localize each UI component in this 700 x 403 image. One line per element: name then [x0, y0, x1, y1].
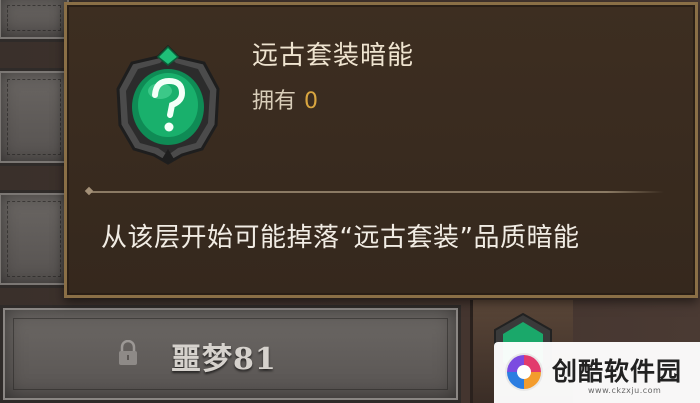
watermark: 创酷软件园 www.ckzxju.com	[494, 342, 700, 403]
watermark-url: www.ckzxju.com	[588, 386, 662, 395]
item-tooltip: 远古套装暗能 拥有 0 从该层开始可能掉落“远古套装”品质暗能	[64, 2, 698, 298]
stage-tile-bg-2[interactable]	[0, 68, 72, 166]
stage-tile-locked[interactable]: 噩梦81	[0, 305, 461, 403]
item-name: 远古套装暗能	[252, 41, 415, 71]
watermark-brand: 创酷软件园	[552, 357, 683, 386]
item-description: 从该层开始可能掉落“远古套装”品质暗能	[101, 223, 580, 253]
game-screen: 噩梦81 远古套装暗能 拥有 0 从该层开始可能掉落“远古套装”品质暗能 创酷软…	[0, 0, 700, 403]
lock-icon	[119, 340, 137, 365]
tooltip-divider	[89, 191, 664, 193]
owned-count: 0	[304, 89, 319, 114]
stage-tile-bg-3[interactable]	[0, 190, 72, 288]
owned-label: 拥有	[252, 89, 297, 114]
stage-name: 噩梦81	[171, 342, 277, 377]
owned-row: 拥有 0	[252, 83, 318, 115]
brand-logo-icon	[505, 353, 543, 391]
stage-tile-bg-1[interactable]	[0, 0, 72, 42]
green-question-gem-icon	[116, 45, 220, 165]
